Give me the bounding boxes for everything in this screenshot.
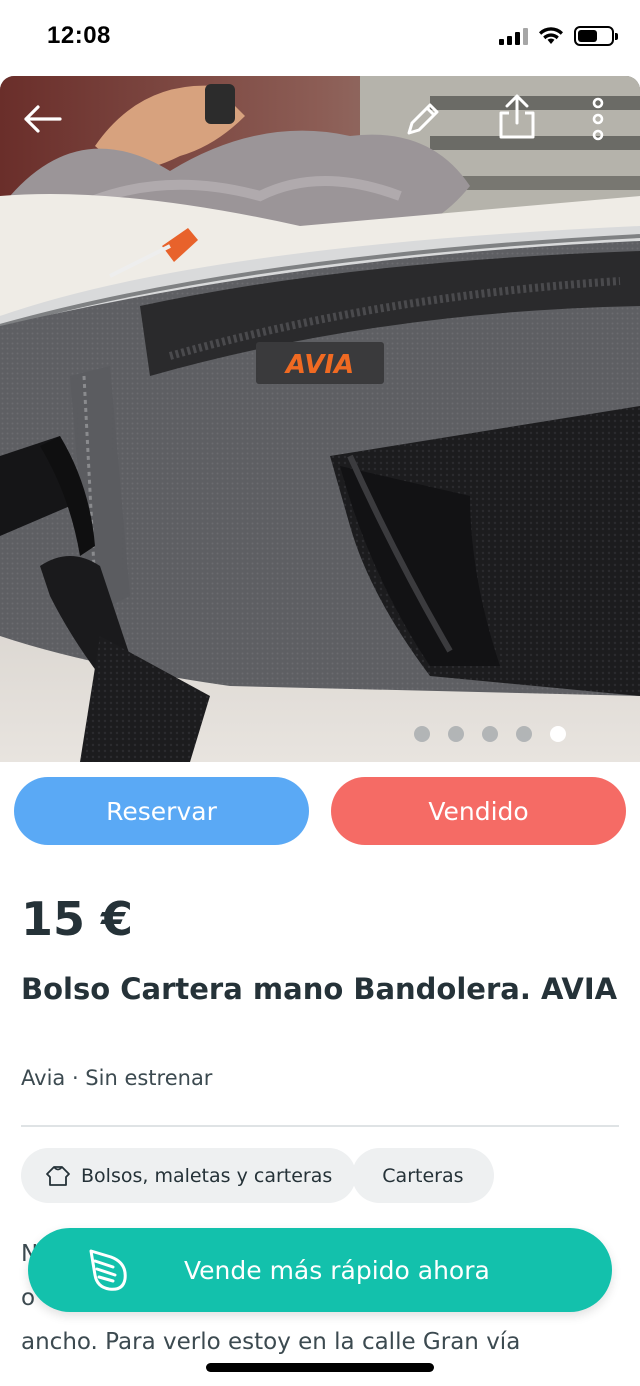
bag-category-icon <box>46 1165 70 1186</box>
brand-tag-text: AVIA <box>284 350 354 380</box>
pagination-dot[interactable] <box>414 726 430 742</box>
share-button[interactable] <box>491 91 543 143</box>
product-meta: Avia · Sin estrenar <box>21 1066 213 1090</box>
category-chip-main[interactable]: Bolsos, maletas y carteras <box>21 1148 357 1203</box>
product-title: Bolso Cartera mano Bandolera. AVIA <box>21 972 618 1006</box>
category-chip-main-label: Bolsos, maletas y carteras <box>81 1164 333 1187</box>
reserve-button[interactable]: Reservar <box>14 777 309 845</box>
wing-icon <box>78 1240 138 1300</box>
product-price: 15 € <box>21 892 134 946</box>
status-icons <box>499 26 618 46</box>
pagination-dot[interactable] <box>482 726 498 742</box>
photo-pagination[interactable] <box>414 726 566 742</box>
more-vertical-icon <box>592 97 604 141</box>
back-button[interactable] <box>16 93 68 145</box>
home-indicator <box>206 1363 434 1372</box>
status-time: 12:08 <box>47 22 111 49</box>
category-chip-sub[interactable]: Carteras <box>352 1148 494 1203</box>
category-chips: Bolsos, maletas y carteras Carteras <box>21 1148 494 1203</box>
divider <box>21 1125 619 1127</box>
wifi-icon <box>539 27 563 44</box>
battery-level <box>578 30 598 42</box>
product-photo[interactable]: AVIA <box>0 76 640 762</box>
battery-icon <box>574 26 618 46</box>
more-options-button[interactable] <box>572 93 624 145</box>
pagination-dot[interactable] <box>550 726 566 742</box>
edit-button[interactable] <box>397 93 449 145</box>
action-buttons: Reservar Vendido <box>14 777 626 845</box>
sell-faster-label: Vende más rápido ahora <box>184 1255 490 1285</box>
description-line-3: ancho. Para verlo estoy en la calle Gran… <box>21 1329 521 1355</box>
sell-faster-button[interactable]: Vende más rápido ahora <box>28 1228 612 1312</box>
category-chip-sub-label: Carteras <box>382 1164 464 1187</box>
pagination-dot[interactable] <box>516 726 532 742</box>
share-icon <box>499 94 535 139</box>
arrow-left-icon <box>24 105 62 133</box>
cellular-signal-icon <box>499 27 528 45</box>
sold-button[interactable]: Vendido <box>331 777 626 845</box>
product-image: AVIA <box>0 76 640 762</box>
status-bar: 12:08 <box>0 0 640 76</box>
pagination-dot[interactable] <box>448 726 464 742</box>
pencil-icon <box>407 103 439 135</box>
